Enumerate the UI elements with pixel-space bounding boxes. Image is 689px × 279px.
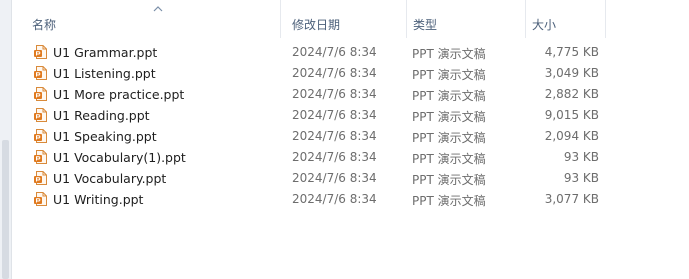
file-size: 3,049 KB: [544, 66, 599, 80]
column-header-type[interactable]: 类型: [407, 0, 526, 38]
column-header-name[interactable]: 名称: [13, 0, 281, 38]
file-type: PPT 演示文稿: [412, 152, 486, 166]
file-size: 93 KB: [563, 150, 599, 164]
file-type: PPT 演示文稿: [412, 110, 486, 124]
file-row[interactable]: U1 Writing.ppt 2024/7/6 8:34 PPT 演示文稿 3,…: [13, 189, 689, 210]
file-modified-date: 2024/7/6 8:34: [292, 171, 377, 185]
file-name[interactable]: U1 Writing.ppt: [53, 192, 143, 207]
file-type: PPT 演示文稿: [412, 89, 486, 103]
file-row[interactable]: U1 More practice.ppt 2024/7/6 8:34 PPT 演…: [13, 84, 689, 105]
sort-up-arrow-icon: [153, 6, 163, 12]
file-type: PPT 演示文稿: [412, 173, 486, 187]
file-type: PPT 演示文稿: [412, 131, 486, 145]
file-name[interactable]: U1 More practice.ppt: [53, 87, 184, 102]
file-type: PPT 演示文稿: [412, 68, 486, 82]
column-header-date[interactable]: 修改日期: [281, 0, 407, 38]
navigation-pane-edge: [0, 0, 12, 279]
file-size: 9,015 KB: [544, 108, 599, 122]
file-size: 3,077 KB: [544, 192, 599, 206]
file-name[interactable]: U1 Vocabulary(1).ppt: [53, 150, 186, 165]
powerpoint-file-icon: [34, 87, 47, 101]
powerpoint-file-icon: [34, 192, 47, 206]
file-row[interactable]: U1 Vocabulary.ppt 2024/7/6 8:34 PPT 演示文稿…: [13, 168, 689, 189]
file-row[interactable]: U1 Listening.ppt 2024/7/6 8:34 PPT 演示文稿 …: [13, 63, 689, 84]
column-header-date-label: 修改日期: [292, 18, 341, 32]
column-header-size[interactable]: 大小: [526, 0, 606, 38]
file-name[interactable]: U1 Speaking.ppt: [53, 129, 157, 144]
file-name[interactable]: U1 Grammar.ppt: [53, 45, 157, 60]
powerpoint-file-icon: [34, 171, 47, 185]
file-modified-date: 2024/7/6 8:34: [292, 129, 377, 143]
file-size: 93 KB: [563, 171, 599, 185]
file-name[interactable]: U1 Vocabulary.ppt: [53, 171, 166, 186]
file-row[interactable]: U1 Vocabulary(1).ppt 2024/7/6 8:34 PPT 演…: [13, 147, 689, 168]
file-modified-date: 2024/7/6 8:34: [292, 192, 377, 206]
file-modified-date: 2024/7/6 8:34: [292, 66, 377, 80]
file-type: PPT 演示文稿: [412, 47, 486, 61]
column-header-bar: 名称 修改日期 类型 大小: [13, 0, 689, 38]
powerpoint-file-icon: [34, 150, 47, 164]
file-modified-date: 2024/7/6 8:34: [292, 87, 377, 101]
file-row[interactable]: U1 Speaking.ppt 2024/7/6 8:34 PPT 演示文稿 2…: [13, 126, 689, 147]
file-row[interactable]: U1 Grammar.ppt 2024/7/6 8:34 PPT 演示文稿 4,…: [13, 42, 689, 63]
file-size: 2,882 KB: [544, 87, 599, 101]
file-modified-date: 2024/7/6 8:34: [292, 108, 377, 122]
powerpoint-file-icon: [34, 45, 47, 59]
powerpoint-file-icon: [34, 66, 47, 80]
file-list: U1 Grammar.ppt 2024/7/6 8:34 PPT 演示文稿 4,…: [13, 42, 689, 210]
powerpoint-file-icon: [34, 129, 47, 143]
file-name[interactable]: U1 Reading.ppt: [53, 108, 150, 123]
file-row[interactable]: U1 Reading.ppt 2024/7/6 8:34 PPT 演示文稿 9,…: [13, 105, 689, 126]
navigation-scrollbar-thumb[interactable]: [2, 140, 9, 279]
file-modified-date: 2024/7/6 8:34: [292, 45, 377, 59]
file-modified-date: 2024/7/6 8:34: [292, 150, 377, 164]
powerpoint-file-icon: [34, 108, 47, 122]
file-size: 2,094 KB: [544, 129, 599, 143]
file-size: 4,775 KB: [544, 45, 599, 59]
column-header-size-label: 大小: [532, 18, 557, 32]
column-header-name-label: 名称: [32, 18, 57, 32]
column-header-type-label: 类型: [413, 18, 438, 32]
file-type: PPT 演示文稿: [412, 194, 486, 208]
file-name[interactable]: U1 Listening.ppt: [53, 66, 156, 81]
